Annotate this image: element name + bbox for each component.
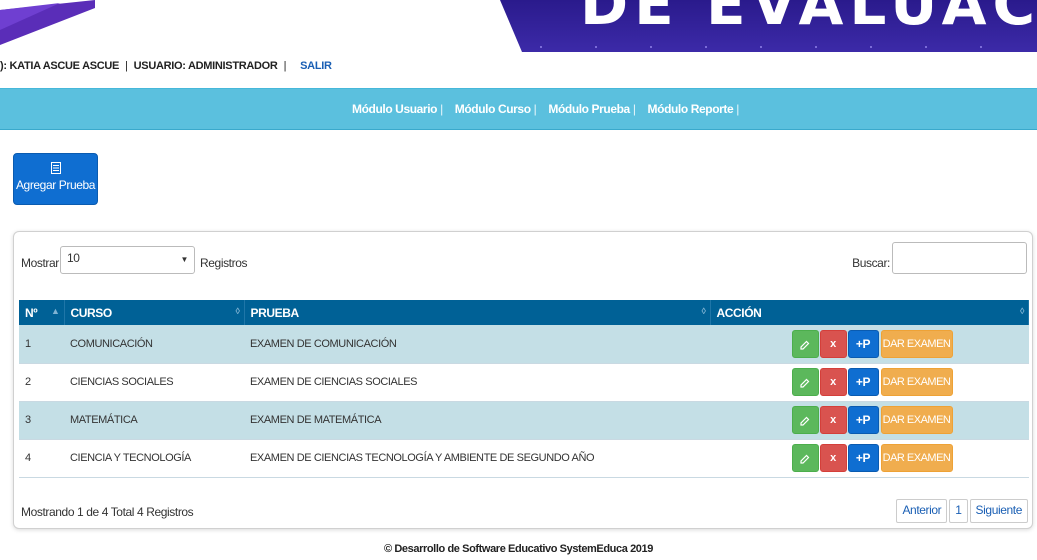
edit-icon: [800, 378, 810, 388]
add-question-button[interactable]: +P: [847, 406, 879, 434]
separator: |: [283, 60, 287, 72]
sort-icon: ▲: [50, 306, 60, 316]
banner-title-block: DE EVALUACIÓN: [500, 0, 1037, 56]
cell-test: EXAMEN DE CIENCIAS SOCIALES: [250, 376, 418, 388]
table-header-row: Nº ▲ CURSO ◊ PRUEBA ◊ ACCIÓN ◊: [19, 300, 1029, 325]
header-banner: DE EVALUACIÓN: [0, 0, 1037, 58]
cell-actions: x +P DAR EXAMEN: [710, 401, 1029, 439]
column-header-label: CURSO: [70, 305, 113, 320]
nav-divider: |: [440, 102, 443, 116]
sort-icon: ◊: [1019, 306, 1024, 316]
cell-course: COMUNICACIÓN: [70, 337, 153, 350]
cell-number: 2: [25, 376, 31, 388]
user-role: USUARIO: ADMINISTRADOR: [133, 60, 278, 72]
delete-button[interactable]: x: [819, 444, 847, 472]
column-header-test[interactable]: PRUEBA ◊: [244, 300, 711, 325]
take-exam-button[interactable]: DAR EXAMEN: [880, 406, 953, 434]
nav-divider: |: [736, 102, 739, 116]
edit-button[interactable]: [791, 329, 819, 358]
cell-course: CIENCIAS SOCIALES: [70, 376, 174, 388]
column-header-label: PRUEBA: [250, 305, 300, 320]
add-question-button[interactable]: +P: [847, 368, 879, 396]
add-test-button[interactable]: Agregar Prueba: [13, 153, 98, 205]
take-exam-button[interactable]: DAR EXAMEN: [880, 444, 953, 472]
table-row: 4 CIENCIA Y TECNOLOGÍA EXAMEN DE CIENCIA…: [19, 439, 1029, 477]
cell-number: 3: [25, 414, 31, 426]
nav-item-label[interactable]: Módulo Prueba: [548, 102, 630, 116]
document-icon: [50, 162, 61, 174]
nav-item-label[interactable]: Módulo Reporte: [648, 102, 734, 116]
cell-number: 4: [25, 452, 31, 464]
take-exam-button[interactable]: DAR EXAMEN: [880, 368, 953, 396]
delete-button[interactable]: x: [819, 368, 847, 396]
edit-icon: [800, 416, 810, 426]
edit-button[interactable]: [791, 368, 819, 396]
sort-icon: ◊: [235, 306, 240, 316]
cell-course: MATEMÁTICA: [70, 414, 138, 426]
column-header-number[interactable]: Nº ▲: [19, 300, 65, 325]
tests-table-panel: Mostrar 10 ▼ Registros Buscar: Nº ▲ CURSO…: [13, 231, 1033, 529]
nav-item-label[interactable]: Módulo Usuario: [352, 102, 437, 116]
cell-number: 1: [25, 337, 31, 350]
search-control: Buscar:: [827, 242, 1027, 274]
delete-button[interactable]: x: [819, 329, 847, 358]
nav-item-curso[interactable]: Módulo Curso |: [455, 102, 549, 116]
take-exam-button[interactable]: DAR EXAMEN: [880, 329, 953, 358]
add-question-button[interactable]: +P: [847, 329, 879, 358]
add-test-label: Agregar Prueba: [15, 178, 96, 192]
edit-button[interactable]: [791, 406, 819, 434]
cell-actions: x +P DAR EXAMEN: [710, 363, 1029, 401]
edit-icon: [800, 340, 810, 350]
column-header-course[interactable]: CURSO ◊: [64, 300, 245, 325]
cell-actions: x +P DAR EXAMEN: [710, 439, 1029, 477]
cell-test: EXAMEN DE CIENCIAS TECNOLOGÍA Y AMBIENTE…: [250, 452, 595, 464]
user-info-bar: ): KATIA ASCUE ASCUE | USUARIO: ADMINISTRA…: [0, 60, 332, 80]
pagination: Anterior 1 Siguiente: [892, 499, 1028, 523]
banner-title: DE EVALUACIÓN: [580, 0, 1037, 38]
pagination-previous[interactable]: Anterior: [896, 499, 948, 523]
table-row: 3 MATEMÁTICA EXAMEN DE MATEMÁTICA x +P DAR…: [19, 401, 1029, 439]
delete-button[interactable]: x: [819, 406, 847, 434]
tests-table: Nº ▲ CURSO ◊ PRUEBA ◊ ACCIÓN ◊ 1 COMUNICACIÓ…: [19, 300, 1029, 478]
column-header-action[interactable]: ACCIÓN ◊: [710, 300, 1029, 325]
cell-actions: x +P DAR EXAMEN: [710, 325, 1029, 363]
chevron-down-icon: ▼: [180, 255, 188, 264]
records-label: Registros: [200, 256, 248, 270]
column-header-label: Nº: [25, 305, 38, 320]
cell-course: CIENCIA Y TECNOLOGÍA: [70, 452, 191, 464]
pagination-next[interactable]: Siguiente: [969, 499, 1028, 523]
search-label: Buscar:: [852, 256, 890, 270]
edit-icon: [800, 454, 810, 464]
page-size-select[interactable]: 10 ▼: [60, 246, 195, 274]
nav-divider: |: [632, 102, 636, 116]
nav-menu: Módulo Usuario | Módulo Curso | Módulo Pru…: [352, 102, 751, 116]
main-navbar: Módulo Usuario | Módulo Curso | Módulo Pru…: [0, 88, 1037, 130]
user-fullname: ): KATIA ASCUE ASCUE: [0, 60, 120, 72]
show-label: Mostrar: [21, 256, 59, 270]
column-header-label: ACCIÓN: [716, 305, 762, 320]
page-footer: © Desarrollo de Software Educativo Syste…: [384, 543, 653, 555]
cell-test: EXAMEN DE COMUNICACIÓN: [250, 337, 397, 350]
nav-item-label[interactable]: Módulo Curso: [455, 102, 531, 116]
nav-item-prueba[interactable]: Módulo Prueba |: [548, 102, 647, 116]
logout-link[interactable]: SALIR: [300, 60, 332, 72]
pagination-page-1[interactable]: 1: [949, 499, 968, 523]
nav-divider: |: [533, 102, 537, 116]
table-row: 1 COMUNICACIÓN EXAMEN DE COMUNICACIÓN x +…: [19, 325, 1029, 363]
banner-stripe-logo: [0, 0, 95, 45]
nav-item-usuario[interactable]: Módulo Usuario |: [352, 102, 455, 116]
table-row: 2 CIENCIAS SOCIALES EXAMEN DE CIENCIAS S…: [19, 363, 1029, 401]
add-question-button[interactable]: +P: [847, 444, 879, 472]
cell-test: EXAMEN DE MATEMÁTICA: [250, 414, 382, 426]
edit-button[interactable]: [791, 444, 819, 472]
sort-icon: ◊: [701, 306, 706, 316]
table-info: Mostrando 1 de 4 Total 4 Registros: [21, 505, 194, 519]
search-input[interactable]: [892, 242, 1027, 274]
separator: |: [125, 60, 128, 72]
nav-item-reporte[interactable]: Módulo Reporte |: [648, 102, 751, 116]
page-size-value: 10: [67, 251, 80, 265]
